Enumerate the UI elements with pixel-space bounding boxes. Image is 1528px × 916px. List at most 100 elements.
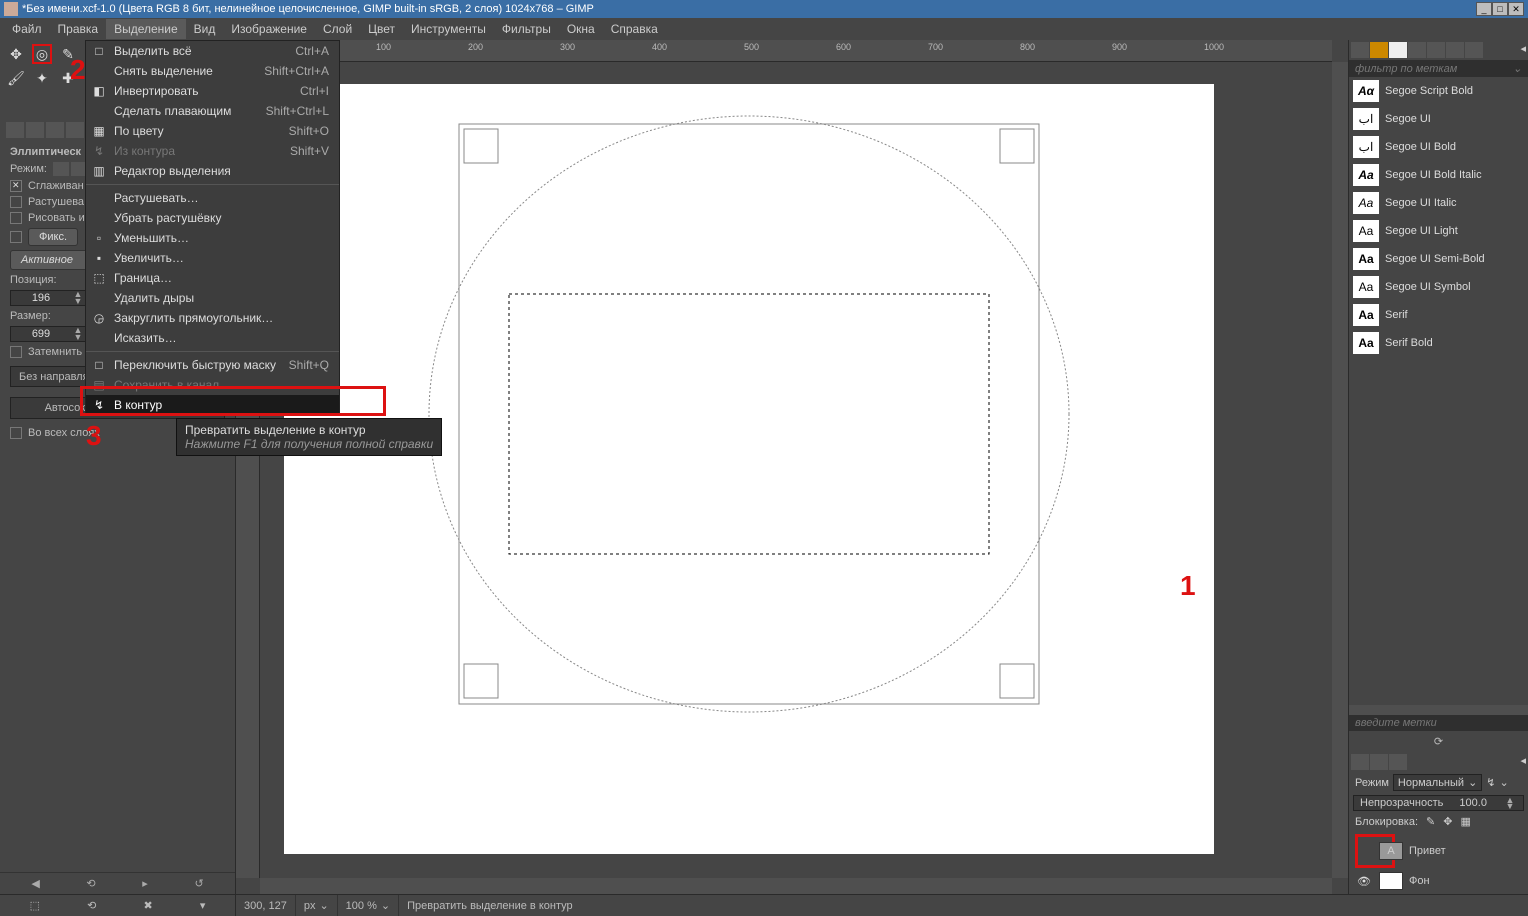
save-preset-icon[interactable]: ◀	[31, 877, 39, 890]
font-row[interactable]: ابSegoe UI Bold	[1349, 133, 1528, 161]
menu-item[interactable]: ◶Закруглить прямоугольник…	[86, 308, 339, 328]
font-row[interactable]: AαSegoe Script Bold	[1349, 77, 1528, 105]
menu-справка[interactable]: Справка	[603, 19, 666, 39]
menu-item[interactable]: Исказить…	[86, 328, 339, 348]
layer-visibility-icon[interactable]: 👁	[1355, 875, 1373, 888]
tab-paths-icon[interactable]	[1427, 42, 1445, 58]
antialias-checkbox[interactable]	[10, 180, 22, 192]
menu-item[interactable]: ▪Увеличить…	[86, 248, 339, 268]
menu-выделение[interactable]: Выделение	[106, 19, 186, 39]
tab-menu-icon[interactable]: ◂	[1520, 42, 1526, 58]
menu-item[interactable]: ▥Редактор выделения	[86, 161, 339, 181]
mode-switch-icon[interactable]: ↯	[1486, 776, 1495, 789]
menu-item[interactable]: Сделать плавающимShift+Ctrl+L	[86, 101, 339, 121]
font-row[interactable]: AaSerif	[1349, 301, 1528, 329]
tab-icon[interactable]	[66, 122, 84, 138]
fixed-button[interactable]: Фикс.	[28, 228, 78, 246]
menu-item[interactable]: Снять выделениеShift+Ctrl+A	[86, 61, 339, 81]
scrollbar-vertical[interactable]	[1332, 62, 1348, 878]
menu-item[interactable]: Удалить дыры	[86, 288, 339, 308]
feather-checkbox[interactable]	[10, 196, 22, 208]
layer-visibility-icon[interactable]	[1355, 834, 1373, 868]
sb-unit-select[interactable]: px ⌄	[296, 895, 338, 916]
menu-слой[interactable]: Слой	[315, 19, 360, 39]
menu-изображение[interactable]: Изображение	[223, 19, 315, 39]
tab-patterns-icon[interactable]	[1370, 42, 1388, 58]
refresh-fonts-button[interactable]: ⟳	[1349, 731, 1528, 752]
font-row[interactable]: AaSegoe UI Symbol	[1349, 273, 1528, 301]
opacity-row[interactable]: Непрозрачность 100.0 ▲▼	[1353, 795, 1524, 811]
lock-pixels-icon[interactable]: ✎	[1426, 815, 1435, 828]
size-w-input[interactable]: ▲▼	[10, 326, 86, 342]
canvas-viewport[interactable]	[260, 62, 1332, 878]
menu-фильтры[interactable]: Фильтры	[494, 19, 559, 39]
sb-icon[interactable]: ⟲	[87, 899, 96, 912]
menu-файл[interactable]: Файл	[4, 19, 50, 39]
font-row[interactable]: AaSegoe UI Light	[1349, 217, 1528, 245]
lock-alpha-icon[interactable]: ▦	[1460, 815, 1470, 828]
tab-channels-icon[interactable]	[1370, 754, 1388, 770]
menu-item[interactable]: ◧ИнвертироватьCtrl+I	[86, 81, 339, 101]
tab-brushes-icon[interactable]	[1351, 42, 1369, 58]
tab-icon[interactable]	[6, 122, 24, 138]
fixed-checkbox[interactable]	[10, 231, 22, 243]
sb-zoom-select[interactable]: 100 % ⌄	[338, 895, 399, 916]
menu-item[interactable]: ⬚Граница…	[86, 268, 339, 288]
close-button[interactable]: ✕	[1508, 2, 1524, 16]
font-row[interactable]: AaSerif Bold	[1349, 329, 1528, 357]
restore-preset-icon[interactable]: ⟲	[86, 877, 95, 890]
menu-вид[interactable]: Вид	[186, 19, 224, 39]
maximize-button[interactable]: □	[1492, 2, 1508, 16]
font-row[interactable]: AaSegoe UI Italic	[1349, 189, 1528, 217]
menu-item[interactable]: Растушевать…	[86, 188, 339, 208]
alllayers-checkbox[interactable]	[10, 427, 22, 439]
menu-item-label: Исказить…	[114, 331, 177, 345]
layer-row[interactable]: AПривет	[1353, 832, 1524, 870]
menu-item[interactable]: ▦По цветуShift+O	[86, 121, 339, 141]
menu-item[interactable]: ▫Уменьшить…	[86, 228, 339, 248]
menu-item[interactable]: □Переключить быструю маскуShift+Q	[86, 355, 339, 375]
move-tool-icon[interactable]: ✥	[6, 44, 26, 64]
tab-menu-icon[interactable]: ◂	[1520, 754, 1526, 770]
font-scroll[interactable]	[1349, 705, 1528, 715]
reset-icon[interactable]: ↺	[194, 877, 203, 890]
tab-history-icon[interactable]	[1408, 42, 1426, 58]
mode-replace-icon[interactable]	[53, 162, 69, 176]
clone-tool-icon[interactable]: ✦	[32, 68, 52, 88]
brush-tool-icon[interactable]: 🖌	[6, 68, 26, 88]
sb-icon[interactable]: ✖	[144, 899, 153, 912]
darken-checkbox[interactable]	[10, 346, 22, 358]
tab-palettes-icon[interactable]	[1465, 42, 1483, 58]
menu-окна[interactable]: Окна	[559, 19, 603, 39]
font-row[interactable]: AaSegoe UI Bold Italic	[1349, 161, 1528, 189]
delete-preset-icon[interactable]: ▸	[142, 877, 148, 890]
layer-row[interactable]: 👁Фон	[1353, 870, 1524, 892]
menu-item[interactable]: □Выделить всёCtrl+A	[86, 41, 339, 61]
lock-position-icon[interactable]: ✥	[1443, 815, 1452, 828]
menu-инструменты[interactable]: Инструменты	[403, 19, 494, 39]
tab-gradients-icon[interactable]	[1446, 42, 1464, 58]
menu-item[interactable]: Убрать растушёвку	[86, 208, 339, 228]
font-name: Serif Bold	[1385, 337, 1433, 349]
menu-цвет[interactable]: Цвет	[360, 19, 403, 39]
menu-правка[interactable]: Правка	[50, 19, 107, 39]
drawfrom-checkbox[interactable]	[10, 212, 22, 224]
tab-layers-icon[interactable]	[1351, 754, 1369, 770]
tab-icon[interactable]	[26, 122, 44, 138]
tab-fonts-icon[interactable]	[1389, 42, 1407, 58]
font-row[interactable]: ابSegoe UI	[1349, 105, 1528, 133]
scrollbar-horizontal[interactable]	[260, 878, 1332, 894]
mode-select[interactable]: Нормальный⌄	[1393, 774, 1482, 791]
tag-entry-input[interactable]: введите метки	[1349, 715, 1528, 731]
tab-icon[interactable]	[46, 122, 64, 138]
font-row[interactable]: AaSegoe UI Semi-Bold	[1349, 245, 1528, 273]
minimize-button[interactable]: _	[1476, 2, 1492, 16]
sb-icon[interactable]: ⬚	[30, 899, 40, 912]
sb-icon[interactable]: ▾	[200, 899, 206, 912]
font-list[interactable]: AαSegoe Script BoldابSegoe UIابSegoe UI …	[1349, 77, 1528, 705]
tab-paths2-icon[interactable]	[1389, 754, 1407, 770]
ellipse-select-tool-icon[interactable]: ◎	[32, 44, 52, 64]
font-filter-input[interactable]: фильтр по меткам ⌄	[1349, 60, 1528, 77]
menu-item[interactable]: ↯В контур	[86, 395, 339, 415]
position-x-input[interactable]: ▲▼	[10, 290, 86, 306]
